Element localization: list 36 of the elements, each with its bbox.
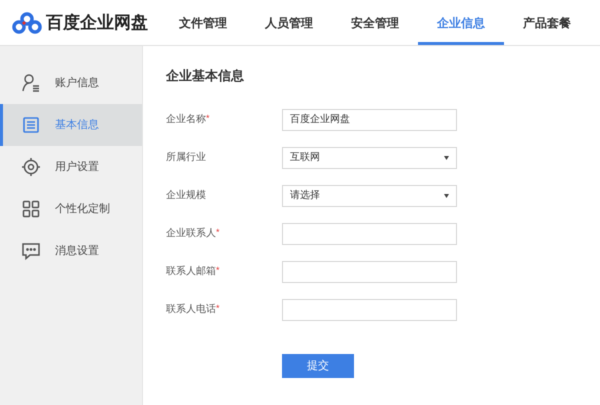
nav-tab[interactable]: 产品套餐 (504, 0, 590, 45)
field-label: 联系人电话 (166, 304, 216, 315)
document-icon (22, 116, 40, 134)
select-field[interactable]: 互联网 (282, 146, 457, 168)
logo-text: 百度企业网盘 (46, 12, 148, 34)
sidebar-item[interactable]: 个性化定制 (0, 188, 142, 230)
field-label: 企业规模 (166, 190, 206, 201)
required-mark: * (216, 265, 220, 275)
field-label: 联系人邮箱 (166, 266, 216, 277)
required-mark: * (216, 227, 220, 237)
settings-icon (21, 157, 41, 177)
required-mark: * (216, 303, 220, 313)
dropdown-icon (444, 194, 449, 198)
submit-button[interactable]: 提交 (282, 354, 354, 378)
field-label: 企业名称 (166, 114, 206, 125)
sidebar-item[interactable]: 账户信息 (0, 62, 142, 104)
grid-icon (22, 200, 40, 218)
chat-icon (21, 241, 41, 261)
field-label: 企业联系人 (166, 228, 216, 239)
input-field[interactable] (282, 298, 457, 320)
input-field[interactable]: 百度企业网盘 (282, 108, 457, 130)
input-field[interactable] (282, 260, 457, 282)
nav-tab[interactable]: 文件管理 (160, 0, 246, 45)
sidebar-item[interactable]: 消息设置 (0, 230, 142, 272)
nav-tab[interactable]: 人员管理 (246, 0, 332, 45)
input-field[interactable] (282, 222, 457, 244)
user-list-icon (21, 73, 41, 93)
sidebar-item[interactable]: 用户设置 (0, 146, 142, 188)
dropdown-icon (444, 156, 449, 160)
field-label: 所属行业 (166, 152, 206, 163)
required-mark: * (206, 113, 210, 123)
logo-icon (12, 12, 42, 34)
form-title: 企业基本信息 (166, 67, 244, 85)
nav-tab[interactable]: 安全管理 (332, 0, 418, 45)
nav-tab[interactable]: 企业信息 (418, 0, 504, 45)
select-field[interactable]: 请选择 (282, 184, 457, 206)
